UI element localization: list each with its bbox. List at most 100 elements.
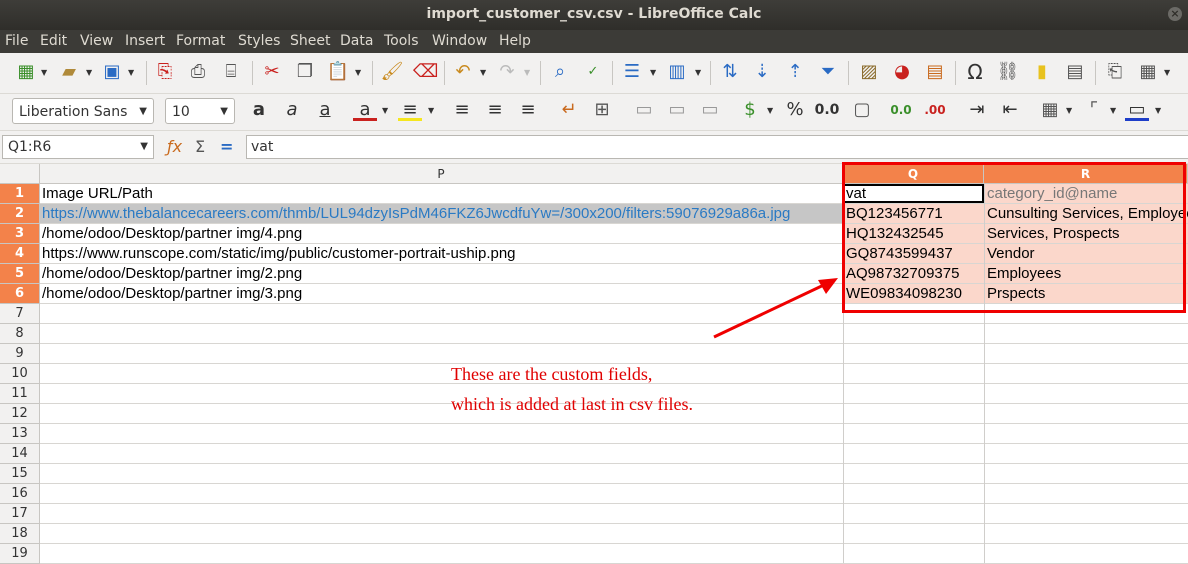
cell-r19[interactable] xyxy=(984,544,1188,563)
cell-p4[interactable]: https://www.runscope.com/static/img/publ… xyxy=(40,244,843,263)
cell-p11[interactable] xyxy=(40,384,843,403)
cell-r14[interactable] xyxy=(984,444,1188,463)
cell-q13[interactable] xyxy=(843,424,984,443)
cell-p10[interactable] xyxy=(40,364,843,383)
cell-p2[interactable]: https://www.thebalancecareers.com/thmb/L… xyxy=(40,204,843,223)
border-color-dropdown-icon[interactable]: ▼ xyxy=(1155,106,1163,115)
menu-insert[interactable]: Insert xyxy=(125,33,165,49)
border-style-dropdown-icon[interactable]: ▼ xyxy=(1110,106,1118,115)
align-center-icon[interactable]: ≡ xyxy=(483,98,507,122)
save-dropdown-icon[interactable]: ▼ xyxy=(128,68,136,77)
row-header[interactable]: 17 xyxy=(0,504,40,524)
decrease-indent-icon[interactable]: ⇤ xyxy=(998,98,1022,122)
menu-help[interactable]: Help xyxy=(499,33,531,49)
column-icon[interactable]: ▥ xyxy=(665,60,689,84)
sort-descending-icon[interactable]: ⇣ xyxy=(750,60,774,84)
number-format-button[interactable]: 0.0 xyxy=(812,98,842,122)
highlight-dropdown-icon[interactable]: ▼ xyxy=(428,106,436,115)
autofilter-icon[interactable]: ⏷ xyxy=(816,60,840,84)
delete-decimal-button[interactable]: .00 xyxy=(922,98,948,122)
border-style-icon[interactable]: ⌜ xyxy=(1082,98,1106,122)
headers-footers-icon[interactable]: ▤ xyxy=(1063,60,1087,84)
font-color-dropdown-icon[interactable]: ▼ xyxy=(382,106,390,115)
menu-data[interactable]: Data xyxy=(340,33,373,49)
function-wizard-icon[interactable]: ƒx xyxy=(167,137,182,156)
open-dropdown-icon[interactable]: ▼ xyxy=(86,68,94,77)
borders-dropdown-icon[interactable]: ▼ xyxy=(1066,106,1074,115)
row-header[interactable]: 14 xyxy=(0,444,40,464)
row-header[interactable]: 11 xyxy=(0,384,40,404)
underline-icon[interactable]: a xyxy=(313,98,337,122)
currency-format-icon[interactable]: $ xyxy=(738,98,762,122)
paste-dropdown-icon[interactable]: ▼ xyxy=(355,68,363,77)
clear-formatting-icon[interactable]: ⌫ xyxy=(413,60,438,84)
percent-format-button[interactable]: % xyxy=(783,98,807,122)
cell-q18[interactable] xyxy=(843,524,984,543)
date-format-icon[interactable]: ▢ xyxy=(850,98,874,122)
row-header[interactable]: 4 xyxy=(0,244,40,264)
menu-format[interactable]: Format xyxy=(176,33,225,49)
cell-q12[interactable] xyxy=(843,404,984,423)
cell-p3[interactable]: /home/odoo/Desktop/partner img/4.png xyxy=(40,224,843,243)
cut-icon[interactable]: ✂ xyxy=(260,60,284,84)
menu-file[interactable]: File xyxy=(5,33,28,49)
row-header[interactable]: 13 xyxy=(0,424,40,444)
row-header[interactable]: 9 xyxy=(0,344,40,364)
sort-icon[interactable]: ⇅ xyxy=(718,60,742,84)
row-header[interactable]: 7 xyxy=(0,304,40,324)
row-dropdown-icon[interactable]: ▼ xyxy=(650,68,658,77)
redo-icon[interactable]: ↷ xyxy=(495,60,519,84)
undo-dropdown-icon[interactable]: ▼ xyxy=(480,68,488,77)
increase-indent-icon[interactable]: ⇥ xyxy=(965,98,989,122)
row-header[interactable]: 2 xyxy=(0,204,40,224)
freeze-rows-columns-icon[interactable]: ▦ xyxy=(1136,60,1160,84)
add-decimal-button[interactable]: 0.0 xyxy=(888,98,914,122)
cell-p1[interactable]: Image URL/Path xyxy=(40,184,843,203)
cell-q10[interactable] xyxy=(843,364,984,383)
sum-button[interactable]: Σ xyxy=(195,137,205,156)
cell-r8[interactable] xyxy=(984,324,1188,343)
hyperlink-icon[interactable]: ⛓ xyxy=(996,60,1020,84)
insert-image-icon[interactable]: ▨ xyxy=(857,60,881,84)
print-icon[interactable]: ⎙ xyxy=(186,60,210,84)
row-header[interactable]: 8 xyxy=(0,324,40,344)
sort-ascending-icon[interactable]: ⇡ xyxy=(783,60,807,84)
open-folder-icon[interactable]: ▰ xyxy=(57,60,81,84)
insert-chart-icon[interactable]: ◕ xyxy=(890,60,914,84)
new-dropdown-icon[interactable]: ▼ xyxy=(41,68,49,77)
row-header[interactable]: 1 xyxy=(0,184,40,204)
cell-p16[interactable] xyxy=(40,484,843,503)
print-preview-icon[interactable]: ⌸ xyxy=(219,60,243,84)
cell-p12[interactable] xyxy=(40,404,843,423)
currency-dropdown-icon[interactable]: ▼ xyxy=(767,106,775,115)
cell-q9[interactable] xyxy=(843,344,984,363)
undo-icon[interactable]: ↶ xyxy=(451,60,475,84)
cell-q14[interactable] xyxy=(843,444,984,463)
cell-q15[interactable] xyxy=(843,464,984,483)
row-header[interactable]: 6 xyxy=(0,284,40,304)
align-right-icon[interactable]: ≡ xyxy=(516,98,540,122)
font-name-combo[interactable]: Liberation Sans ▼ xyxy=(12,98,154,124)
menu-window[interactable]: Window xyxy=(432,33,487,49)
align-top-icon[interactable]: ▭ xyxy=(632,98,656,122)
menu-edit[interactable]: Edit xyxy=(40,33,67,49)
font-size-combo[interactable]: 10 ▼ xyxy=(165,98,235,124)
pivot-table-icon[interactable]: ▤ xyxy=(923,60,947,84)
cell-r18[interactable] xyxy=(984,524,1188,543)
border-color-icon[interactable]: ▭ xyxy=(1125,98,1149,121)
row-icon[interactable]: ☰ xyxy=(620,60,644,84)
cell-q8[interactable] xyxy=(843,324,984,343)
highlight-color-icon[interactable]: ≡ xyxy=(398,98,422,121)
cell-p17[interactable] xyxy=(40,504,843,523)
freeze-dropdown-icon[interactable]: ▼ xyxy=(1164,68,1172,77)
column-dropdown-icon[interactable]: ▼ xyxy=(695,68,703,77)
row-header[interactable]: 16 xyxy=(0,484,40,504)
cell-q17[interactable] xyxy=(843,504,984,523)
bold-icon[interactable]: a xyxy=(247,98,271,122)
wrap-text-icon[interactable]: ↵ xyxy=(557,98,581,122)
cell-r17[interactable] xyxy=(984,504,1188,523)
redo-dropdown-icon[interactable]: ▼ xyxy=(524,68,532,77)
row-header[interactable]: 5 xyxy=(0,264,40,284)
export-pdf-icon[interactable]: ⎘ xyxy=(153,60,177,84)
formula-input[interactable]: vat xyxy=(246,135,1188,159)
